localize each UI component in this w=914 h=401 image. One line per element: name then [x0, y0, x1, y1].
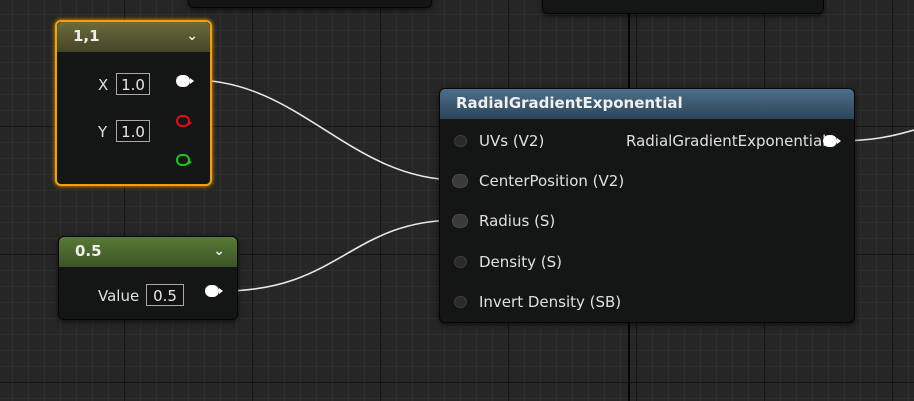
- chevron-down-icon[interactable]: ⌄: [213, 237, 225, 265]
- x-component-pin[interactable]: [176, 115, 192, 127]
- node-header[interactable]: 1,1 ⌄: [57, 22, 210, 52]
- node-title: RadialGradientExponential: [456, 94, 683, 112]
- wire-scalar-to-radius[interactable]: [221, 219, 459, 292]
- node-header[interactable]: RadialGradientExponential: [440, 89, 854, 119]
- input-pin-uvs[interactable]: [454, 135, 467, 147]
- input-pin-density[interactable]: [454, 256, 467, 268]
- input-label-uvs: UVs (V2): [479, 132, 545, 150]
- node-title: 1,1: [73, 27, 100, 45]
- input-label-invert-density: Invert Density (SB): [479, 293, 622, 311]
- input-pin-centerposition[interactable]: [452, 174, 468, 188]
- input-pin-invert-density[interactable]: [454, 296, 467, 308]
- y-component-pin[interactable]: [176, 154, 192, 166]
- chevron-down-icon[interactable]: ⌄: [186, 22, 198, 50]
- output-label: RadialGradientExponential: [626, 132, 827, 150]
- y-value-field[interactable]: 1.0: [116, 120, 150, 142]
- x-value-field[interactable]: 1.0: [116, 73, 150, 95]
- vector2-constant-node[interactable]: 1,1 ⌄ X 1.0 Y 1.0: [55, 20, 212, 186]
- vector-output-pin[interactable]: [176, 75, 194, 87]
- input-pin-radius[interactable]: [452, 214, 468, 228]
- node-header[interactable]: 0.5 ⌄: [59, 237, 237, 267]
- input-label-radius: Radius (S): [479, 212, 556, 230]
- input-label-density: Density (S): [479, 253, 563, 271]
- wire-vec2-to-centerposition[interactable]: [192, 79, 459, 181]
- x-label: X: [98, 76, 109, 94]
- value-field[interactable]: 0.5: [146, 284, 184, 306]
- output-pin[interactable]: [823, 135, 841, 147]
- value-output-pin[interactable]: [205, 285, 223, 297]
- y-label: Y: [98, 123, 108, 141]
- radial-gradient-exponential-node[interactable]: RadialGradientExponential UVs (V2) Cente…: [439, 88, 855, 323]
- input-label-centerposition: CenterPosition (V2): [479, 172, 625, 190]
- value-label: Value: [98, 287, 140, 305]
- node-title: 0.5: [75, 242, 102, 260]
- scalar-constant-node[interactable]: 0.5 ⌄ Value 0.5: [58, 236, 238, 320]
